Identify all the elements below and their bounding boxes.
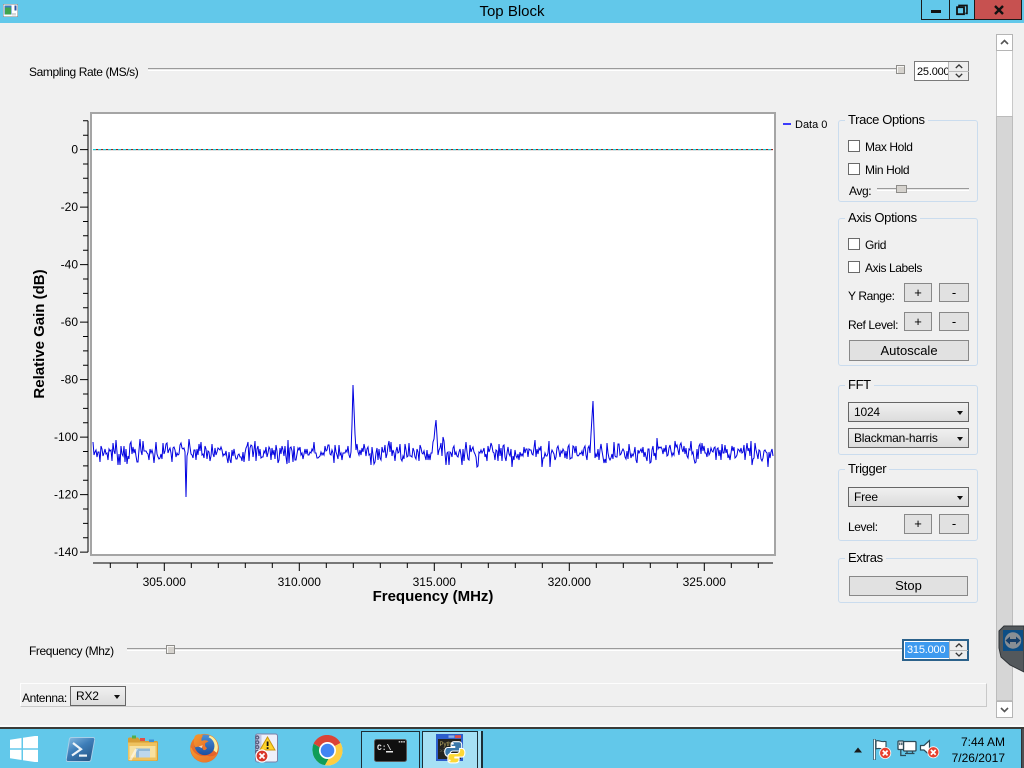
svg-text:-120: -120 xyxy=(54,488,78,502)
svg-text:-80: -80 xyxy=(61,373,79,387)
svg-text:-20: -20 xyxy=(61,200,79,214)
svg-text:320.000: 320.000 xyxy=(548,575,592,589)
svg-text:325.000: 325.000 xyxy=(683,575,727,589)
svg-text:Data 0: Data 0 xyxy=(795,119,827,131)
svg-text:Relative Gain (dB): Relative Gain (dB) xyxy=(31,269,48,398)
svg-text:-60: -60 xyxy=(61,315,79,329)
svg-text:310.000: 310.000 xyxy=(278,575,322,589)
svg-text:-100: -100 xyxy=(54,430,78,444)
svg-text:Frequency (MHz): Frequency (MHz) xyxy=(373,588,494,605)
svg-text:0: 0 xyxy=(71,143,78,157)
svg-text:305.000: 305.000 xyxy=(143,575,187,589)
svg-text:-140: -140 xyxy=(54,545,78,559)
svg-text:315.000: 315.000 xyxy=(413,575,457,589)
svg-text:-40: -40 xyxy=(61,258,79,272)
